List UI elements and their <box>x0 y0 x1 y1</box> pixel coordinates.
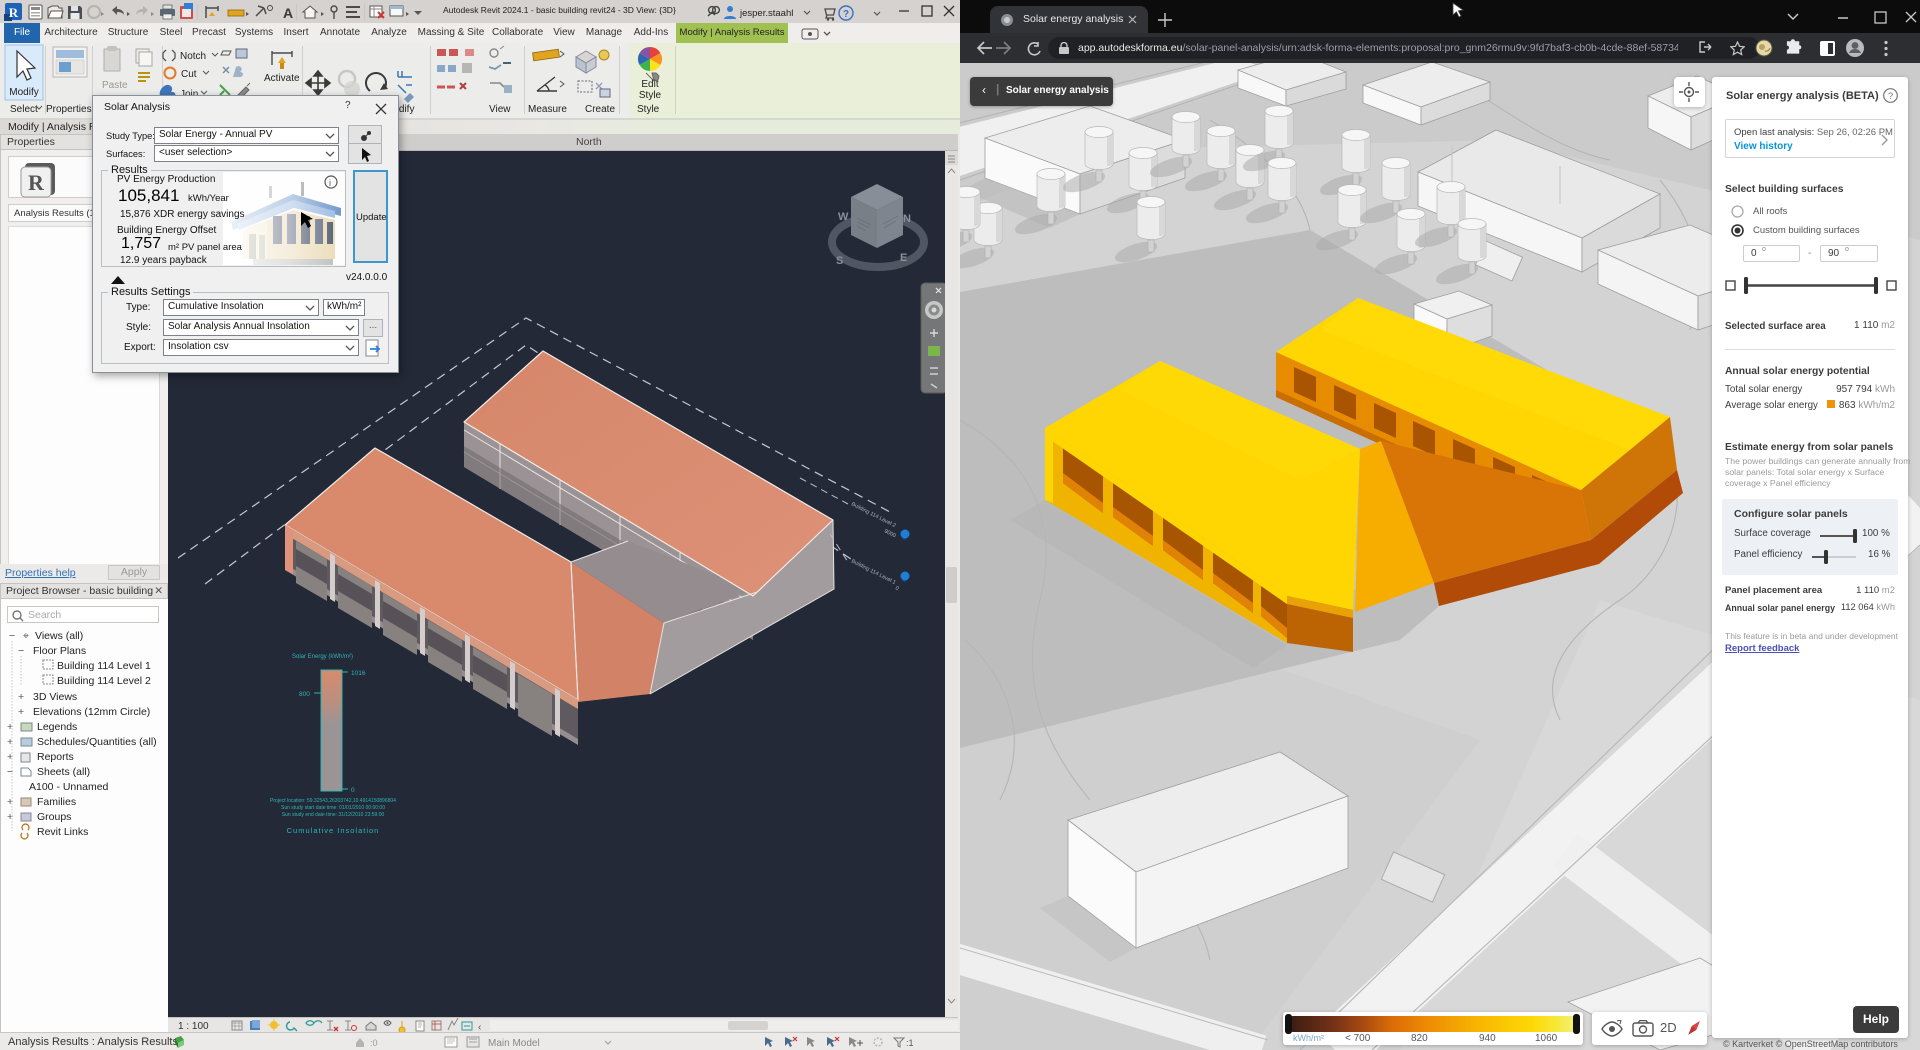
svg-text:Revit Links: Revit Links <box>37 826 88 838</box>
svg-text:Cumulative Insolation: Cumulative Insolation <box>287 826 380 835</box>
svg-text:View: View <box>489 104 511 115</box>
svg-text:Paste: Paste <box>102 80 128 91</box>
svg-text:?: ? <box>843 9 849 20</box>
svg-text:800: 800 <box>299 691 310 698</box>
svg-text:Create: Create <box>585 104 615 115</box>
svg-text:Select: Select <box>10 104 38 115</box>
svg-text::1: :1 <box>906 1038 914 1048</box>
svg-text:Building 114 Level 1: Building 114 Level 1 <box>57 660 151 672</box>
svg-text:Style: Style <box>639 90 662 101</box>
svg-text:+: + <box>18 706 24 718</box>
svg-text:jesper.staahl: jesper.staahl <box>739 8 793 19</box>
svg-text:A100 - Unnamed: A100 - Unnamed <box>29 781 109 793</box>
svg-text:N: N <box>903 213 911 225</box>
svg-text:+: + <box>18 691 24 703</box>
svg-text:1016: 1016 <box>351 670 366 677</box>
svg-text:S: S <box>836 255 843 267</box>
svg-text:A: A <box>283 5 293 21</box>
svg-text:Legends: Legends <box>37 721 77 733</box>
svg-text:Views (all): Views (all) <box>35 630 83 642</box>
svg-text:Properties: Properties <box>46 104 92 115</box>
svg-text:R: R <box>9 5 19 20</box>
svg-text:Modify: Modify <box>9 87 38 98</box>
svg-text:Sun study end date time: 31/12: Sun study end date time: 31/12/2010 23:5… <box>282 812 385 818</box>
svg-text:Floor Plans: Floor Plans <box>33 645 86 657</box>
svg-text:Groups: Groups <box>37 811 71 823</box>
svg-text:3D Views: 3D Views <box>33 691 77 703</box>
svg-text:Families: Families <box>37 796 76 808</box>
svg-text:Sheets (all): Sheets (all) <box>37 766 90 778</box>
svg-text:?: ? <box>1888 91 1893 102</box>
svg-text:Activate: Activate <box>264 73 300 84</box>
svg-text:0: 0 <box>351 787 355 794</box>
svg-text:Building 114 Level 2: Building 114 Level 2 <box>57 675 151 687</box>
svg-text:Main Model: Main Model <box>488 1038 540 1049</box>
svg-text:1 : 100: 1 : 100 <box>178 1021 209 1032</box>
svg-text:Reports: Reports <box>37 751 74 763</box>
svg-text:Solar Energy (kWh/m²): Solar Energy (kWh/m²) <box>292 654 353 660</box>
svg-text:Sun study start date time: 01/: Sun study start date time: 01/01/2010 00… <box>281 805 385 811</box>
svg-text:Schedules/Quantities (all): Schedules/Quantities (all) <box>37 736 157 748</box>
svg-text:Cut: Cut <box>181 69 197 80</box>
svg-text:−: − <box>18 645 24 657</box>
svg-text:Edit: Edit <box>641 79 658 90</box>
svg-text:E: E <box>900 252 907 264</box>
svg-text:Elevations (12mm Circle): Elevations (12mm Circle) <box>33 706 150 718</box>
svg-text:Notch: Notch <box>180 51 206 62</box>
svg-text:⌖: ⌖ <box>23 630 29 642</box>
svg-text:R: R <box>28 170 45 195</box>
svg-text::0: :0 <box>370 1038 378 1048</box>
svg-text:Style: Style <box>637 104 660 115</box>
svg-text:Measure: Measure <box>528 104 567 115</box>
svg-text:i: i <box>329 178 331 188</box>
svg-text:W: W <box>838 211 849 223</box>
svg-text:−: − <box>9 630 15 642</box>
svg-text:Project location: 59.32543,263: Project location: 59.32543,26303742,10.4… <box>270 798 396 804</box>
